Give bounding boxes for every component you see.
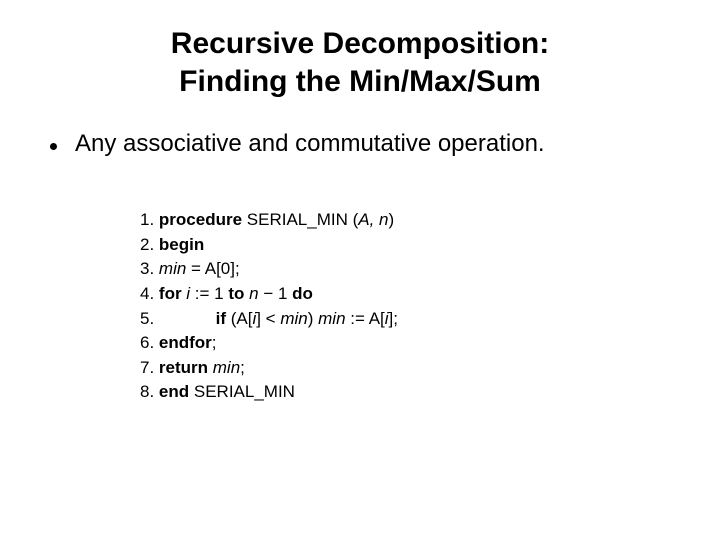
code-line-7: 7. return min;: [140, 356, 670, 381]
title-line-1: Recursive Decomposition:: [50, 25, 670, 63]
code-line-6: 6. endfor;: [140, 331, 670, 356]
title-line-2: Finding the Min/Max/Sum: [50, 63, 670, 101]
code-line-3: 3. min = A[0];: [140, 257, 670, 282]
code-line-8: 8. end SERIAL_MIN: [140, 380, 670, 405]
code-line-2: 2. begin: [140, 233, 670, 258]
slide-title: Recursive Decomposition: Finding the Min…: [50, 25, 670, 100]
bullet-item: Any associative and commutative operatio…: [50, 130, 670, 158]
code-line-5: 5. if (A[i] < min) min := A[i];: [140, 307, 670, 332]
code-line-1: 1. procedure SERIAL_MIN (A, n): [140, 208, 670, 233]
bullet-text: Any associative and commutative operatio…: [75, 130, 545, 158]
pseudocode-block: 1. procedure SERIAL_MIN (A, n) 2. begin …: [140, 208, 670, 405]
code-line-4: 4. for i := 1 to n − 1 do: [140, 282, 670, 307]
bullet-dot-icon: [50, 143, 57, 150]
